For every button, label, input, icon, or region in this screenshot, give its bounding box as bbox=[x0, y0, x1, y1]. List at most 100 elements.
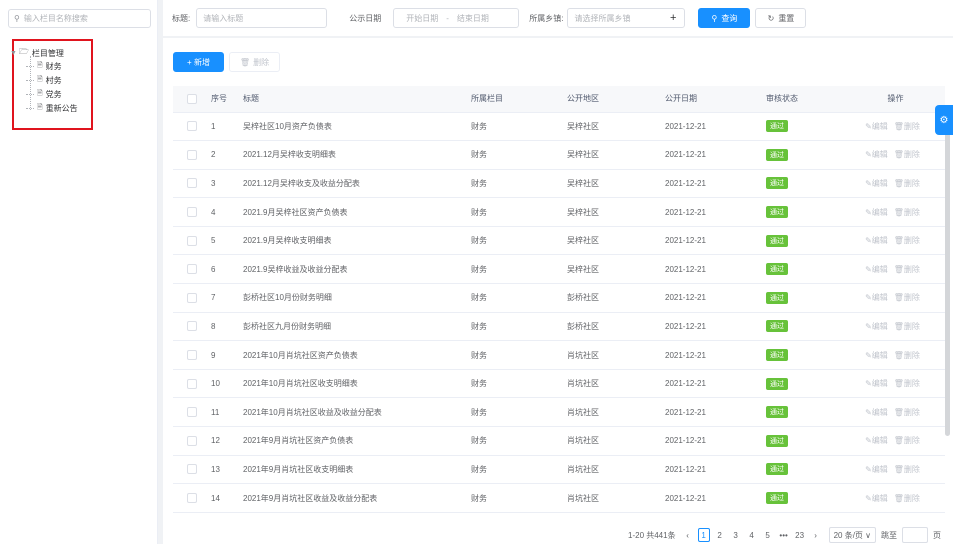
edit-button[interactable]: ✎编辑 bbox=[865, 293, 891, 302]
query-button[interactable]: ⚲ 查询 bbox=[698, 8, 751, 28]
reset-button[interactable]: ↻ 重置 bbox=[755, 8, 807, 28]
row-checkbox-cell[interactable] bbox=[173, 197, 211, 227]
row-checkbox-cell[interactable] bbox=[173, 254, 211, 285]
row-checkbox[interactable] bbox=[187, 207, 197, 218]
select-all-checkbox-cell[interactable] bbox=[173, 86, 211, 113]
row-checkbox[interactable] bbox=[187, 264, 197, 275]
row-checkbox[interactable] bbox=[187, 235, 197, 246]
search-icon: ⚲ bbox=[711, 13, 718, 23]
page-number[interactable]: 4 bbox=[746, 528, 758, 542]
edit-button[interactable]: ✎编辑 bbox=[865, 208, 891, 217]
delete-button[interactable]: 🗑删除 bbox=[894, 351, 923, 360]
delete-button[interactable]: 🗑删除 bbox=[894, 436, 923, 445]
row-date: 2021-12-21 bbox=[665, 483, 766, 513]
row-checkbox[interactable] bbox=[187, 321, 197, 332]
edit-button[interactable]: ✎编辑 bbox=[865, 122, 891, 131]
date-range-picker[interactable]: 开始日期 - 结束日期 bbox=[393, 8, 520, 28]
delete-button[interactable]: 🗑删除 bbox=[894, 122, 923, 131]
edit-button[interactable]: ✎编辑 bbox=[865, 236, 891, 245]
delete-button[interactable]: 🗑删除 bbox=[894, 322, 923, 331]
edit-button[interactable]: ✎编辑 bbox=[865, 265, 891, 274]
edit-button[interactable]: ✎编辑 bbox=[865, 465, 891, 474]
status-badge: 通过 bbox=[766, 177, 788, 190]
page-number[interactable]: 23 bbox=[794, 528, 806, 542]
plus-icon[interactable]: + bbox=[670, 12, 676, 24]
edit-button[interactable]: ✎编辑 bbox=[865, 322, 891, 331]
title-input[interactable]: 请输入标题 bbox=[196, 8, 328, 28]
row-checkbox[interactable] bbox=[187, 292, 197, 303]
delete-button[interactable]: 🗑删除 bbox=[894, 494, 923, 503]
edit-button[interactable]: ✎编辑 bbox=[865, 179, 891, 188]
vertical-scrollbar[interactable] bbox=[945, 116, 950, 436]
row-checkbox[interactable] bbox=[187, 407, 197, 418]
delete-button[interactable]: 🗑删除 bbox=[894, 293, 923, 302]
row-checkbox[interactable] bbox=[187, 493, 197, 504]
delete-button[interactable]: 🗑删除 bbox=[894, 465, 923, 474]
row-checkbox[interactable] bbox=[187, 350, 197, 361]
row-title: 2021年9月肖坑社区收益及收益分配表 bbox=[243, 483, 471, 513]
date-start-input[interactable]: 开始日期 bbox=[406, 13, 438, 24]
row-checkbox-cell[interactable] bbox=[173, 483, 211, 513]
village-select[interactable]: 请选择所属乡镇 + bbox=[567, 8, 686, 28]
row-date: 2021-12-21 bbox=[665, 140, 766, 170]
row-checkbox-cell[interactable] bbox=[173, 312, 211, 342]
row-checkbox-cell[interactable] bbox=[173, 340, 211, 370]
pagination-summary: 1-20 共441条 bbox=[628, 530, 676, 540]
delete-button[interactable]: 🗑删除 bbox=[894, 236, 923, 245]
row-checkbox-cell[interactable] bbox=[173, 283, 211, 313]
page-size-select[interactable]: 20 条/页 ∨ bbox=[828, 527, 877, 543]
row-checkbox[interactable] bbox=[187, 435, 197, 446]
row-actions: ✎编辑 🗑删除 bbox=[846, 369, 945, 399]
delete-button[interactable]: 🗑删除 bbox=[894, 265, 923, 274]
next-page-icon[interactable]: › bbox=[810, 528, 822, 542]
tree-node-finance[interactable]: 🗎 财务 bbox=[26, 59, 78, 73]
row-date: 2021-12-21 bbox=[665, 312, 766, 342]
row-actions: ✎编辑 🗑删除 bbox=[846, 426, 945, 456]
row-checkbox-cell[interactable] bbox=[173, 455, 211, 485]
col-header-no: 序号 bbox=[211, 86, 243, 113]
date-end-input[interactable]: 结束日期 bbox=[457, 13, 489, 24]
settings-gear-icon[interactable]: ⚙ bbox=[935, 105, 953, 135]
select-all-checkbox[interactable] bbox=[187, 93, 197, 104]
prev-page-icon[interactable]: ‹ bbox=[682, 528, 694, 542]
goto-page-input[interactable] bbox=[902, 527, 929, 543]
edit-button[interactable]: ✎编辑 bbox=[865, 436, 891, 445]
delete-button[interactable]: 🗑删除 bbox=[894, 208, 923, 217]
row-checkbox-cell[interactable] bbox=[173, 226, 211, 256]
tree-search-input[interactable]: ⚲ 输入栏目名称搜索 bbox=[8, 9, 151, 28]
page-number[interactable]: 3 bbox=[730, 528, 742, 542]
delete-button[interactable]: 🗑删除 bbox=[894, 379, 923, 388]
row-checkbox-cell[interactable] bbox=[173, 112, 211, 142]
row-checkbox-cell[interactable] bbox=[173, 369, 211, 399]
page-ellipsis[interactable]: ••• bbox=[778, 528, 790, 542]
row-checkbox[interactable] bbox=[187, 149, 197, 160]
delete-button[interactable]: 🗑删除 bbox=[894, 150, 923, 159]
row-checkbox-cell[interactable] bbox=[173, 426, 211, 456]
row-checkbox[interactable] bbox=[187, 178, 197, 189]
edit-button[interactable]: ✎编辑 bbox=[865, 379, 891, 388]
tree-node-root[interactable]: ▼ 🗁 栏目管理 bbox=[10, 46, 64, 60]
row-checkbox-cell[interactable] bbox=[173, 169, 211, 199]
delete-button[interactable]: 🗑删除 bbox=[894, 408, 923, 417]
page-number[interactable]: 1 bbox=[697, 528, 710, 542]
row-checkbox[interactable] bbox=[187, 121, 197, 132]
tree-node-village[interactable]: 🗎 村务 bbox=[26, 73, 78, 87]
page-number[interactable]: 2 bbox=[714, 528, 726, 542]
delete-button[interactable]: 🗑删除 bbox=[894, 179, 923, 188]
tree-node-notice[interactable]: 🗎 重新公告 bbox=[26, 101, 78, 115]
row-checkbox[interactable] bbox=[187, 378, 197, 389]
row-title: 2021.12月吴梓收支明细表 bbox=[243, 140, 471, 170]
edit-button[interactable]: ✎编辑 bbox=[865, 351, 891, 360]
edit-button[interactable]: ✎编辑 bbox=[865, 494, 891, 503]
row-checkbox[interactable] bbox=[187, 464, 197, 475]
row-checkbox-cell[interactable] bbox=[173, 140, 211, 170]
page-number[interactable]: 5 bbox=[762, 528, 774, 542]
edit-button[interactable]: ✎编辑 bbox=[865, 408, 891, 417]
tree-node-party[interactable]: 🗎 党务 bbox=[26, 87, 78, 101]
batch-delete-button[interactable]: 🗑 删除 bbox=[229, 52, 280, 72]
caret-down-icon[interactable]: ▼ bbox=[10, 50, 19, 57]
row-no: 14 bbox=[211, 483, 243, 513]
add-button[interactable]: + 新增 bbox=[173, 52, 224, 72]
row-checkbox-cell[interactable] bbox=[173, 397, 211, 428]
edit-button[interactable]: ✎编辑 bbox=[865, 150, 891, 159]
